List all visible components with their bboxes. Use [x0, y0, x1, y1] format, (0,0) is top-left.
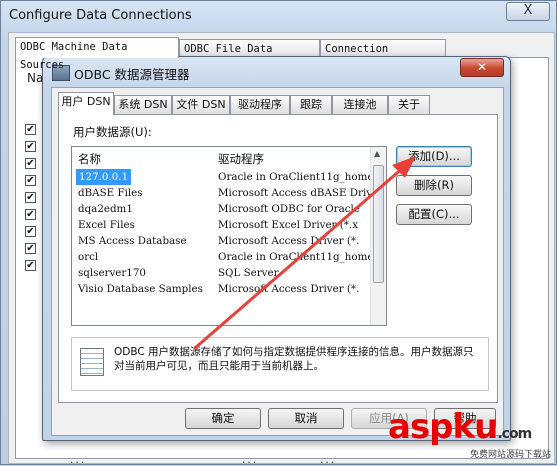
- tab-odbc-machine-data-sources[interactable]: ODBC Machine Data Sources: [15, 37, 179, 71]
- watermark-subtitle: 免费网站源码下载站: [470, 450, 552, 460]
- arrow-shaft: [193, 165, 406, 350]
- tab-user-dsn[interactable]: 用户 DSN: [58, 92, 114, 115]
- annotation-arrow-icon: [193, 156, 416, 350]
- watermark-brand: aspku: [388, 407, 498, 447]
- watermark-logo: aspku.com: [388, 407, 532, 447]
- watermark-suffix: .com: [497, 426, 532, 442]
